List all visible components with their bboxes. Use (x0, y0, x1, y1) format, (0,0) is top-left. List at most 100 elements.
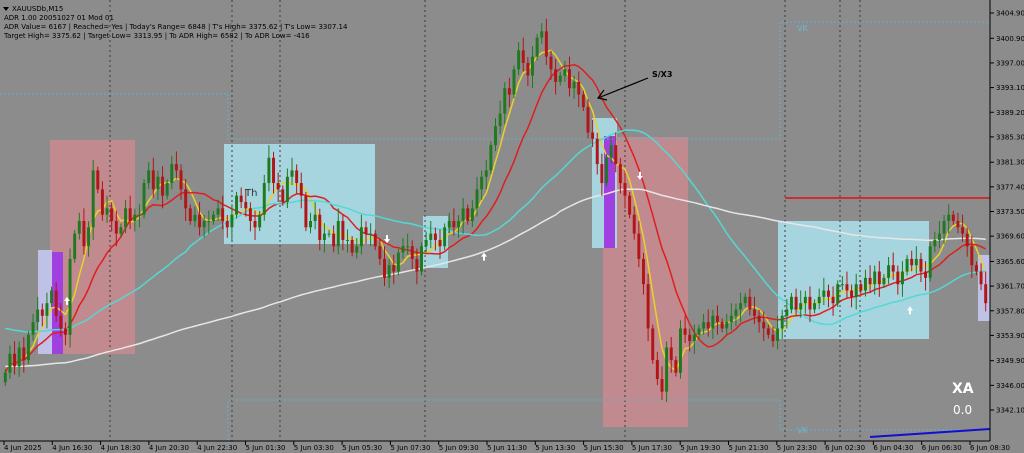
candle-body (36, 309, 40, 323)
candle-body (207, 220, 211, 222)
candle-body (628, 195, 632, 215)
price-tick-label: 3381.30 (996, 159, 1024, 167)
candle-body (785, 309, 789, 316)
candle-body (933, 239, 937, 247)
candle-body (369, 233, 373, 235)
candle-body (655, 360, 659, 380)
candle-body (128, 208, 132, 221)
candle-body (50, 290, 54, 304)
candle-body (410, 246, 414, 259)
candle-body (133, 214, 137, 221)
candle-body (780, 315, 784, 329)
candle-body (498, 113, 502, 127)
candle-body (905, 258, 909, 272)
info-line-3: Target High= 3375.62 | Target Low= 3313.… (3, 32, 310, 40)
candle-body (346, 239, 349, 241)
candle-body (87, 227, 91, 247)
candle-body (910, 258, 914, 266)
candle-body (276, 183, 280, 190)
candle-body (517, 50, 521, 70)
candle-body (771, 334, 775, 342)
time-tick-label: 4 Jun 16:30 (52, 444, 92, 452)
price-tick-label: 3353.90 (996, 332, 1024, 340)
candle-body (799, 303, 803, 310)
candle-body (577, 81, 581, 95)
candle-body (3, 372, 7, 383)
candle-body (119, 227, 123, 234)
candle-body (438, 239, 442, 247)
candle-body (748, 296, 752, 310)
candle-body (924, 271, 928, 278)
candle-body (244, 202, 248, 209)
info-line-2: ADR Value= 6167 | Reached= Yes | Today's… (4, 23, 348, 31)
price-tick-label: 3361.70 (996, 283, 1024, 291)
candle-body (794, 296, 798, 310)
candle-body (267, 157, 271, 184)
candle-body (161, 176, 165, 196)
candle-body (494, 126, 497, 146)
candle-body (531, 56, 534, 76)
candle-body (702, 322, 706, 329)
time-tick-label: 5 Jun 01:30 (246, 444, 286, 452)
candle-body (77, 220, 81, 234)
candle-body (383, 258, 386, 278)
candle-body (332, 233, 336, 247)
candle-body (970, 246, 974, 266)
candle-body (600, 164, 604, 184)
candle-body (752, 309, 756, 316)
candle-body (586, 107, 590, 133)
price-tick-label: 3346.00 (996, 382, 1024, 390)
session-box-lilac-2 (978, 255, 990, 321)
candle-body (341, 220, 345, 240)
candle-body (651, 328, 655, 361)
price-tick-label: 3404.90 (996, 10, 1024, 18)
price-tick-label: 3357.80 (996, 307, 1024, 315)
candle-body (803, 296, 807, 304)
candle-body (706, 322, 710, 329)
candle-body (202, 220, 206, 228)
candle-body (822, 290, 826, 297)
candle-body (942, 220, 946, 234)
candle-body (174, 164, 178, 171)
corner-symbol: XA (952, 381, 974, 397)
candle-body (535, 37, 539, 57)
candle-body (13, 353, 17, 367)
candle-body (387, 265, 391, 278)
candle-body (248, 208, 252, 221)
candle-body (632, 214, 636, 234)
candle-body (591, 132, 595, 139)
candle-body (31, 322, 35, 335)
candle-body (914, 258, 918, 266)
price-tick-label: 3342.10 (996, 407, 1024, 415)
candle-body (692, 334, 696, 342)
candle-body (665, 347, 669, 392)
candle-body (299, 183, 303, 196)
candle-body (831, 296, 835, 304)
time-tick-label: 5 Jun 21:30 (729, 444, 769, 452)
time-tick-label: 5 Jun 19:30 (680, 444, 720, 452)
candle-body (336, 220, 340, 247)
price-tick-label: 3369.60 (996, 233, 1024, 241)
candle-body (225, 220, 229, 228)
candle-body (720, 322, 724, 329)
candle-body (896, 271, 900, 285)
candle-body (350, 239, 354, 253)
candle-body (826, 290, 830, 297)
candle-body (281, 189, 285, 203)
candle-body (295, 170, 299, 184)
time-tick-label: 4 Jun 20:30 (149, 444, 189, 452)
candle-body (480, 176, 484, 190)
price-chart[interactable]: S/X3 Th VK VK XAUUSDb,M15 ADR 1.00 20051… (0, 0, 1024, 453)
candle-body (262, 183, 266, 215)
time-tick-label: 6 Jun 08:30 (970, 444, 1010, 452)
candle-body (549, 56, 553, 70)
candle-body (355, 246, 359, 253)
candle-body (609, 145, 613, 158)
candle-body (179, 170, 183, 190)
candle-body (836, 284, 840, 304)
time-tick-label: 5 Jun 17:30 (632, 444, 672, 452)
candle-body (766, 328, 770, 335)
candle-body (840, 284, 844, 286)
candle-body (290, 170, 294, 177)
candle-body (660, 379, 664, 392)
